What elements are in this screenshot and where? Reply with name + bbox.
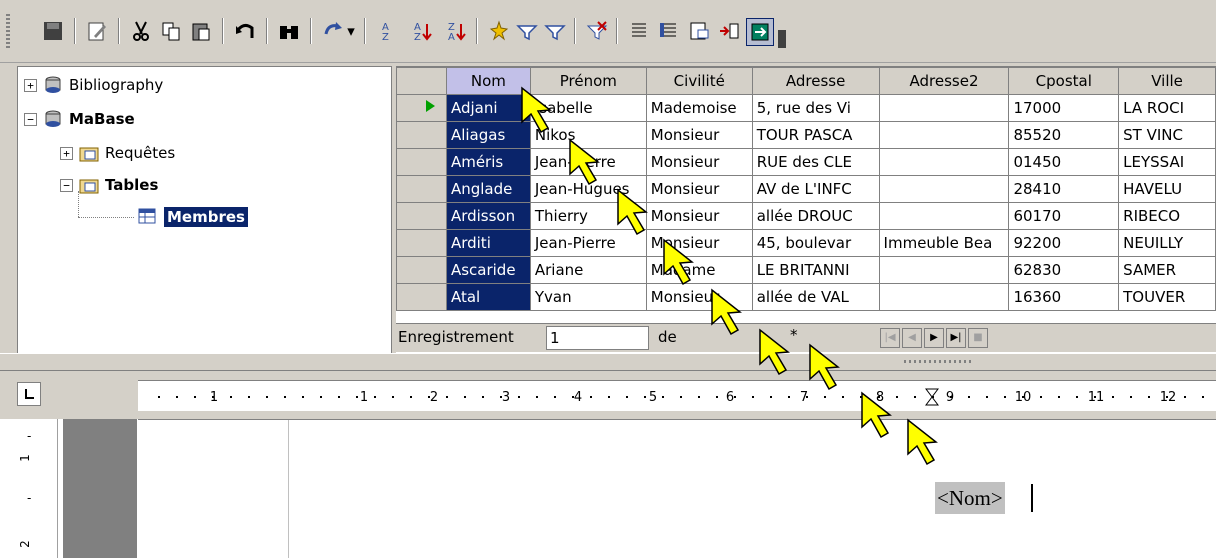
pointer-icon [711,288,742,336]
pointer-icon [521,86,552,134]
pointer-icon [569,138,600,186]
pointer-icon [907,418,938,466]
pointer-icon [663,238,694,286]
pointer-icon [861,391,892,439]
pointer-icon [809,343,840,391]
drag-pointer-trail [521,86,938,466]
pointer-icon [759,328,790,376]
pointer-icon [617,188,648,236]
